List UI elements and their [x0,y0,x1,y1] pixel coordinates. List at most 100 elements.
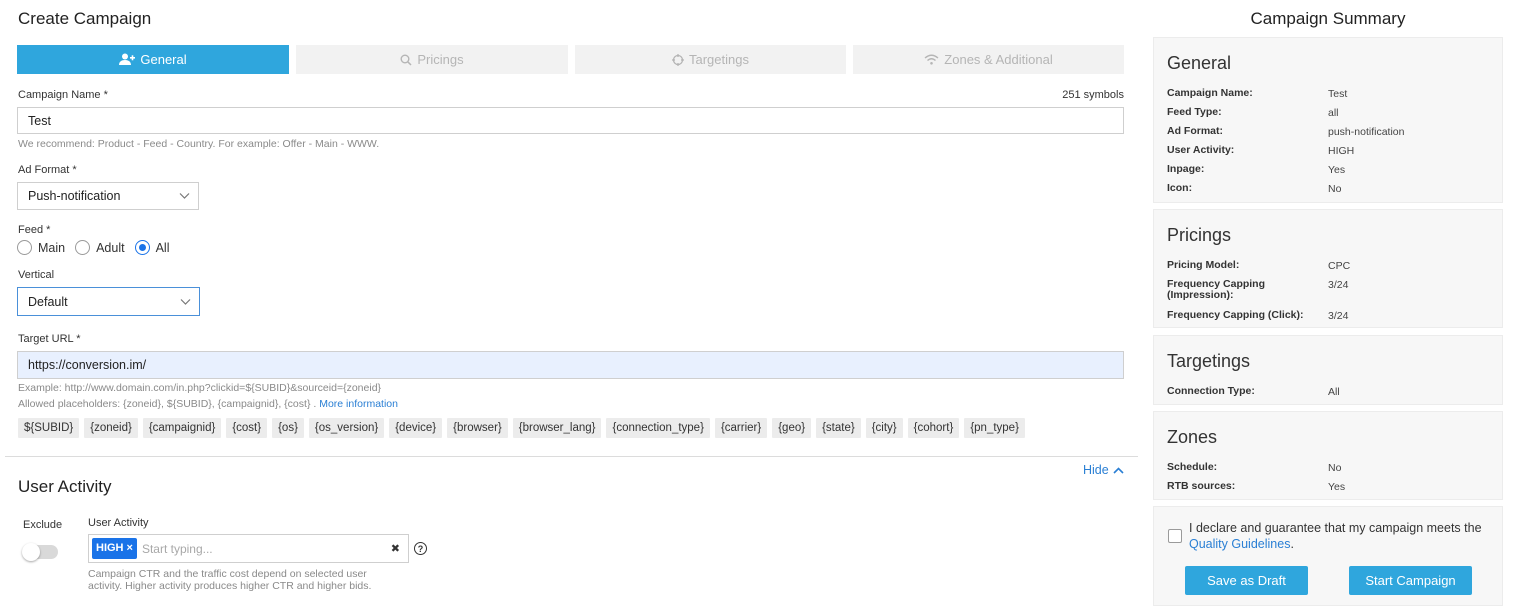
target-url-example: Example: http://www.domain.com/in.php?cl… [18,382,382,394]
declare-end: . [1290,537,1294,551]
ad-format-value: Push-notification [28,189,121,203]
summary-value: 3/24 [1328,279,1349,291]
radio-main[interactable] [17,240,32,255]
hide-label: Hide [1083,463,1109,477]
tab-general[interactable]: General [17,45,289,74]
radio-adult[interactable] [75,240,91,255]
chevron-up-icon [1113,466,1124,474]
save-as-draft-button[interactable]: Save as Draft [1185,566,1308,595]
tab-label: Zones & Additional [944,52,1053,67]
summary-key: Campaign Name: [1167,87,1253,99]
target-url-input[interactable]: https://conversion.im/ [17,351,1124,379]
summary-key: Inpage: [1167,163,1205,175]
placeholder-chip[interactable]: {browser} [447,418,508,438]
hide-toggle[interactable]: Hide [1083,463,1124,477]
summary-actions-panel: I declare and guarantee that my campaign… [1153,506,1503,606]
summary-key: Feed Type: [1167,106,1222,118]
summary-key: Frequency Capping (Click): [1167,309,1304,321]
summary-zones-panel: Zones Schedule: No RTB sources: Yes [1153,411,1503,500]
placeholder-chip[interactable]: {carrier} [714,418,768,438]
placeholder-chip[interactable]: {connection_type} [606,418,710,438]
campaign-name-hint: We recommend: Product - Feed - Country. … [18,138,380,150]
help-icon[interactable]: ? [414,542,427,555]
user-activity-hint-2: activity. Higher activity produces highe… [88,580,372,592]
feed-option-all[interactable]: All [134,240,170,255]
summary-value: Yes [1328,164,1346,176]
section-divider [5,456,1138,457]
campaign-name-value: Test [28,113,51,128]
declare-statement: I declare and guarantee that my campaign… [1189,521,1482,535]
radio-main-label: Main [38,240,66,255]
target-url-label: Target URL * [18,333,81,345]
quality-guidelines-link[interactable]: Quality Guidelines [1189,537,1290,551]
summary-value: No [1328,462,1342,474]
vertical-select[interactable]: Default [17,287,200,316]
summary-key: Schedule: [1167,461,1218,473]
chevron-down-icon [179,193,190,199]
summary-zones-heading: Zones [1167,427,1218,447]
user-activity-placeholder: Start typing... [141,541,213,556]
more-information-link[interactable]: More information [319,398,398,410]
declare-checkbox[interactable] [1168,529,1182,543]
summary-key: Frequency Capping (Impression): [1167,278,1266,301]
exclude-toggle[interactable] [22,543,58,561]
summary-value: CPC [1328,260,1351,272]
summary-value: Test [1328,88,1348,100]
summary-value: push-notification [1328,126,1405,138]
user-add-icon [119,53,136,65]
placeholder-chip[interactable]: ${SUBID} [18,418,80,438]
clear-icon[interactable]: ✖ [391,542,400,555]
summary-key: Pricing Model: [1167,259,1240,271]
user-activity-input[interactable]: HIGH × Start typing... ✖ [88,534,409,563]
user-activity-title: User Activity [18,477,112,496]
save-as-draft-label: Save as Draft [1207,573,1286,588]
allowed-placeholders: Allowed placeholders: {zoneid}, ${SUBID}… [18,398,398,410]
placeholder-chip[interactable]: {city} [865,418,903,438]
placeholder-chip[interactable]: {state} [816,418,861,438]
placeholder-chip[interactable]: {pn_type} [964,418,1025,438]
radio-all[interactable] [134,240,150,255]
placeholder-chip[interactable]: {device} [389,418,443,438]
tab-pricings[interactable]: Pricings [296,45,568,74]
placeholder-chip[interactable]: {cost} [226,418,268,438]
chevron-down-icon [180,298,191,305]
placeholder-chip[interactable]: {zoneid} [84,418,138,438]
user-activity-tag: HIGH × [92,538,137,559]
feed-option-adult[interactable]: Adult [75,240,125,255]
ad-format-label: Ad Format * [18,164,77,176]
vertical-value: Default [28,294,68,309]
tab-label: Targetings [689,52,749,67]
summary-key: Connection Type: [1167,385,1255,397]
summary-key: RTB sources: [1167,480,1236,492]
tab-targetings[interactable]: Targetings [575,45,846,74]
feed-option-main[interactable]: Main [17,240,65,255]
user-activity-hint-1: Campaign CTR and the traffic cost depend… [88,568,367,580]
help-symbol: ? [417,543,424,554]
summary-key: Icon: [1167,182,1193,194]
allowed-placeholders-text: Allowed placeholders: {zoneid}, ${SUBID}… [18,398,320,410]
summary-key: User Activity: [1167,144,1235,156]
placeholder-chip[interactable]: {geo} [772,418,812,438]
campaign-name-input[interactable]: Test [17,107,1124,134]
tab-label: General [140,52,187,67]
placeholder-chip[interactable]: {browser_lang} [512,418,602,438]
placeholder-chip[interactable]: {os} [272,418,304,438]
tag-label: HIGH [96,542,124,554]
start-campaign-label: Start Campaign [1365,573,1456,588]
target-url-value: https://conversion.im/ [28,358,147,372]
placeholder-chip[interactable]: {cohort} [907,418,960,438]
wifi-icon [924,54,939,65]
summary-value: HIGH [1328,145,1355,157]
summary-general-heading: General [1167,53,1232,73]
feed-label: Feed * [18,224,51,236]
declare-text: I declare and guarantee that my campaign… [1189,520,1497,552]
summary-pricings-panel: Pricings Pricing Model: CPC Frequency Ca… [1153,209,1503,328]
start-campaign-button[interactable]: Start Campaign [1349,566,1472,595]
placeholder-chip[interactable]: {os_version} [308,418,385,438]
tag-remove-icon[interactable]: × [127,538,133,559]
placeholder-chip[interactable]: {campaignid} [142,418,222,438]
ad-format-select[interactable]: Push-notification [17,182,199,210]
tab-zones-additional[interactable]: Zones & Additional [853,45,1124,74]
summary-value: No [1328,183,1342,195]
summary-title: Campaign Summary [1250,9,1406,28]
